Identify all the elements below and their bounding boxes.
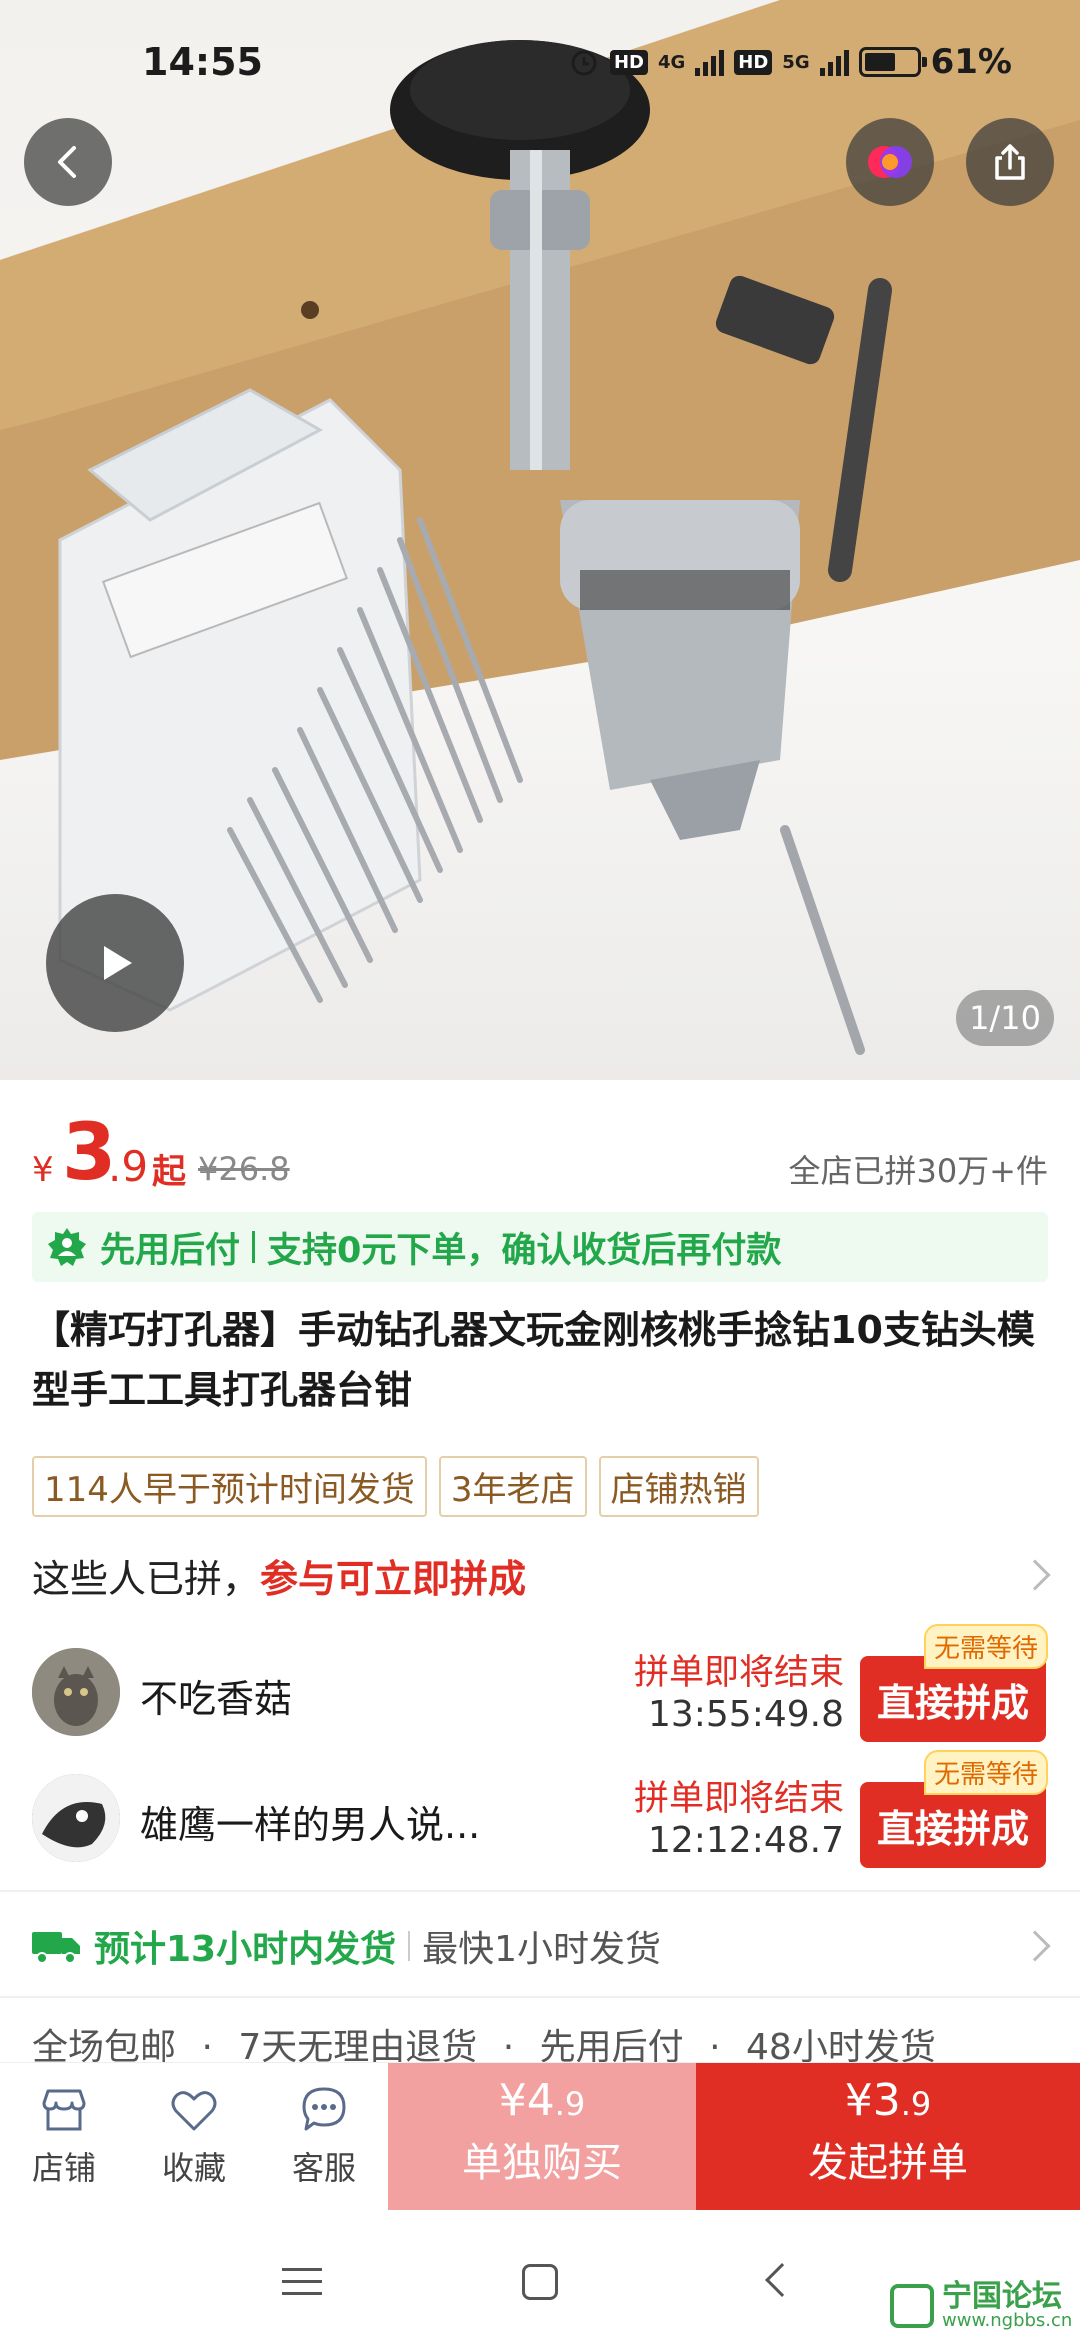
customer-service-label: 客服: [291, 2149, 356, 2187]
pay-later-banner[interactable]: 先用后付 支持0元下单，确认收货后再付款: [32, 1212, 1048, 1282]
share-button[interactable]: [966, 118, 1054, 206]
back-button[interactable]: [24, 118, 112, 206]
buy-alone-button[interactable]: ¥4.9 单独购买: [388, 2063, 696, 2211]
system-back-button[interactable]: [765, 2263, 799, 2297]
hd-badge: HD: [609, 49, 648, 75]
group-buy-status: 拼单即将结束: [633, 1653, 844, 1693]
alarm-icon: [571, 50, 597, 76]
avatar: [32, 1774, 120, 1862]
network-type: 5G: [782, 51, 810, 73]
group-buy-countdown: 13:55:49.8: [647, 1694, 844, 1735]
shipping-row[interactable]: 预计13小时内发货 最快1小时发货: [32, 1906, 1051, 1986]
bottom-action-bar: 店铺 收藏 客服 ¥4.9 单独购买 ¥3.9 发起拼单: [0, 2062, 1080, 2211]
video-logo-icon: [868, 146, 912, 178]
group-buyer-name: 不吃香菇: [140, 1677, 293, 1721]
group-buy-heading: 这些人已拼，: [32, 1556, 261, 1601]
watermark-url: www.ngbbs.cn: [942, 2310, 1073, 2331]
forum-watermark: 宁国论坛 www.ngbbs.cn: [890, 2282, 1072, 2330]
shield-user-icon: [48, 1228, 86, 1266]
group-buy-header[interactable]: 这些人已拼， 参与可立即拼成: [32, 1540, 1051, 1610]
service-guarantees[interactable]: 全场包邮 · 7天无理由退货 · 先用后付 · 48小时发货: [32, 2018, 1048, 2064]
home-button[interactable]: [522, 2264, 558, 2300]
price-decimal: .9: [108, 1142, 149, 1191]
battery-icon: [858, 47, 927, 77]
service-free-shipping: 全场包邮: [32, 2027, 177, 2064]
price-currency: ¥: [32, 1150, 54, 1190]
play-icon: [104, 946, 132, 980]
product-title: 【精巧打孔器】手动钻孔器文玩金刚核桃手捻钻10支钻头模型手工工具打孔器台钳: [32, 1308, 1035, 1412]
service-pay-later: 先用后付: [539, 2027, 684, 2064]
group-buyer-name: 雄鹰一样的男人说...: [140, 1803, 481, 1847]
watermark-title: 宁国论坛: [942, 2279, 1062, 2314]
product-tags: 114人早于预计时间发货 3年老店 店铺热销: [32, 1456, 759, 1517]
recent-apps-button[interactable]: [282, 2268, 322, 2304]
favorite-label: 收藏: [161, 2149, 226, 2187]
store-label: 店铺: [31, 2149, 96, 2187]
status-icons: HD 4G HD 5G 61%: [568, 42, 1012, 82]
service-returns: 7天无理由退货: [238, 2027, 478, 2064]
store-icon: [42, 2089, 86, 2131]
forum-logo-icon: [890, 2284, 934, 2328]
buy-alone-label: 单独购买: [462, 2140, 622, 2186]
group-buy-label: 发起拼单: [808, 2140, 968, 2186]
group-buy-price: ¥3.9: [844, 2075, 932, 2126]
no-wait-badge: 无需等待: [923, 1624, 1048, 1669]
chevron-left-icon: [58, 146, 76, 178]
group-buy-row: 雄鹰一样的男人说... 拼单即将结束 12:12:48.7 直接拼成 无需等待: [32, 1750, 1048, 1870]
short-video-button[interactable]: [846, 118, 934, 206]
store-button[interactable]: 店铺: [4, 2085, 124, 2189]
original-price: ¥26.8: [198, 1150, 290, 1188]
group-buy-countdown: 12:12:48.7: [647, 1820, 844, 1861]
shipping-fastest: 最快1小时发货: [422, 1929, 662, 1970]
section-divider: [0, 1996, 1080, 1998]
play-video-button[interactable]: [46, 894, 184, 1032]
group-buy-row: 不吃香菇 拼单即将结束 13:55:49.8 直接拼成 无需等待: [32, 1624, 1048, 1744]
chat-icon: [302, 2087, 346, 2131]
battery-level: 61%: [930, 42, 1012, 82]
pay-later-label: 先用后付: [100, 1230, 241, 1271]
chevron-right-icon: [1019, 1930, 1051, 1962]
image-counter: 1/10: [956, 990, 1054, 1046]
service-48h: 48小时发货: [746, 2027, 936, 2064]
start-group-buy-button[interactable]: ¥3.9 发起拼单: [696, 2063, 1080, 2211]
product-image-gallery[interactable]: 14:55 HD 4G HD 5G 61% 1/10: [0, 0, 1080, 1080]
heart-icon: [171, 2091, 217, 2131]
share-icon: [995, 144, 1025, 180]
service-dot: ·: [709, 2027, 721, 2064]
status-time: 14:55: [142, 40, 263, 84]
truck-icon: [32, 1932, 80, 1964]
sold-count: 全店已拼30万+件: [788, 1152, 1048, 1190]
tag-hot-sale[interactable]: 店铺热销: [598, 1456, 759, 1517]
price-suffix: 起: [152, 1152, 186, 1192]
service-dot: ·: [201, 2027, 213, 2064]
group-buy-heading-highlight: 参与可立即拼成: [260, 1556, 527, 1601]
shipping-estimate: 预计13小时内发货: [94, 1929, 397, 1970]
service-dot: ·: [502, 2027, 515, 2064]
avatar: [32, 1648, 120, 1736]
promo-divider: [252, 1231, 256, 1263]
section-divider: [0, 1890, 1080, 1892]
buy-alone-price: ¥4.9: [498, 2075, 586, 2126]
chevron-right-icon: [1019, 1559, 1051, 1591]
favorite-button[interactable]: 收藏: [134, 2085, 254, 2189]
customer-service-button[interactable]: 客服: [264, 2085, 384, 2189]
tag-store-age[interactable]: 3年老店: [438, 1456, 587, 1517]
hd-badge: HD: [734, 49, 773, 75]
group-buy-status: 拼单即将结束: [633, 1779, 844, 1819]
signal-icon: [695, 48, 725, 76]
signal-icon: [819, 48, 849, 76]
price-row: ¥ 3 .9 起 ¥26.8 全店已拼30万+件: [32, 1108, 1048, 1200]
shipping-divider: [408, 1931, 411, 1961]
tag-early-ship[interactable]: 114人早于预计时间发货: [32, 1456, 427, 1517]
no-wait-badge: 无需等待: [923, 1750, 1048, 1795]
pay-later-text: 支持0元下单，确认收货后再付款: [267, 1230, 782, 1271]
status-bar: 14:55 HD 4G HD 5G 61%: [0, 0, 1080, 120]
network-type: 4G: [657, 51, 686, 73]
